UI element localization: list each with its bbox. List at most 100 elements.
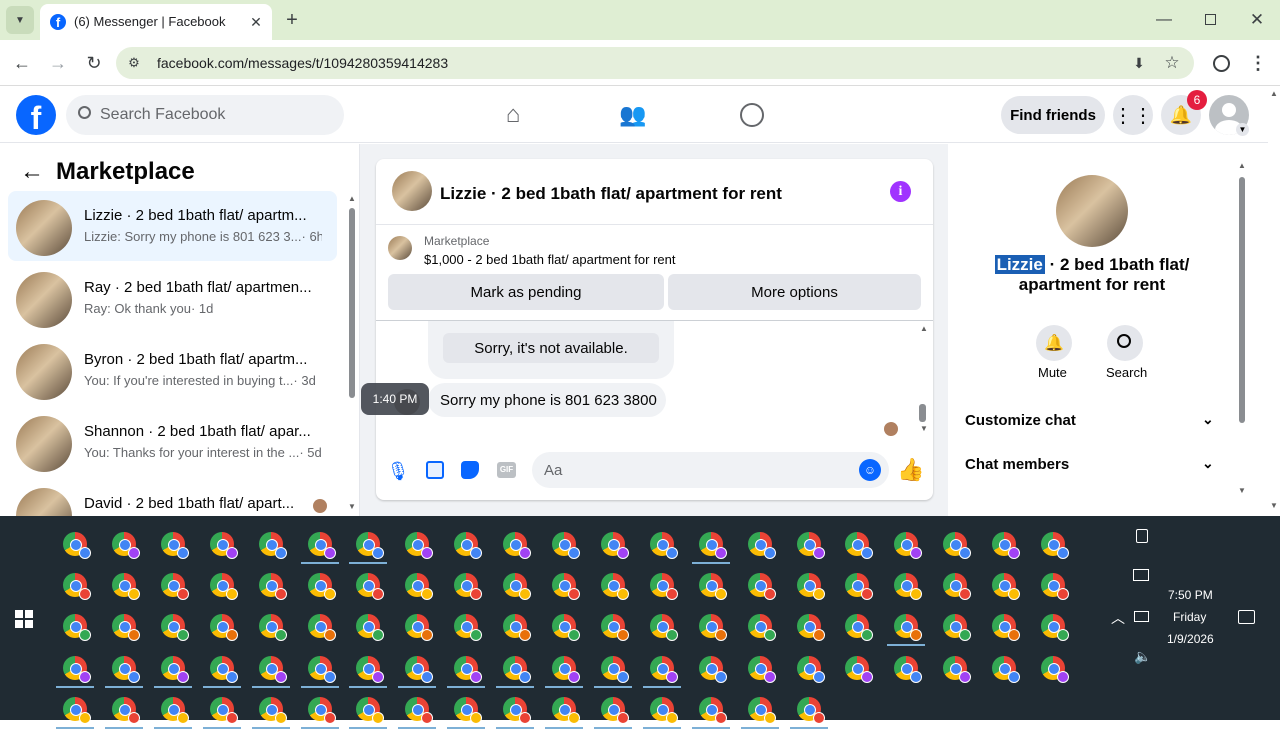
- taskbar-chrome-icon[interactable]: [796, 656, 825, 683]
- taskbar-chrome-icon[interactable]: [698, 532, 727, 559]
- gif-icon[interactable]: GIF: [497, 462, 516, 478]
- back-arrow-icon[interactable]: ←: [10, 51, 34, 75]
- scroll-up-arrow-icon[interactable]: ▲: [348, 194, 356, 203]
- taskbar-chrome-icon[interactable]: [454, 573, 483, 600]
- taskbar-chrome-icon[interactable]: [63, 656, 91, 683]
- taskbar-chrome-icon[interactable]: [649, 532, 678, 559]
- back-arrow-icon[interactable]: ←: [18, 158, 46, 186]
- taskbar-chrome-icon[interactable]: [552, 532, 580, 559]
- taskbar-chrome-icon[interactable]: [160, 697, 189, 724]
- facebook-logo-icon[interactable]: f: [16, 95, 56, 135]
- taskbar-chrome-icon[interactable]: [111, 697, 140, 724]
- remote-desktop-icon[interactable]: [1133, 569, 1149, 581]
- messages-scrollbar[interactable]: ▲ ▼: [919, 324, 931, 434]
- taskbar-chrome-icon[interactable]: [454, 614, 483, 641]
- show-hidden-icons-chevron[interactable]: ︿: [1111, 608, 1125, 628]
- taskbar-chrome-icon[interactable]: [209, 532, 238, 559]
- customize-chat-row[interactable]: Customize chat ⌄: [958, 405, 1224, 435]
- taskbar-chrome-icon[interactable]: [552, 697, 580, 724]
- taskbar-chrome-icon[interactable]: [503, 656, 532, 683]
- taskbar-chrome-icon[interactable]: [747, 573, 776, 600]
- taskbar-chrome-icon[interactable]: [160, 532, 189, 559]
- taskbar-chrome-icon[interactable]: [649, 656, 678, 683]
- emoji-icon[interactable]: ☺: [859, 459, 881, 481]
- taskbar-chrome-icon[interactable]: [307, 532, 336, 559]
- contact-avatar[interactable]: [1056, 175, 1128, 247]
- taskbar-chrome-icon[interactable]: [111, 656, 140, 683]
- left-scrollbar[interactable]: ▲ ▼: [346, 194, 358, 514]
- sticker-icon[interactable]: [461, 461, 479, 479]
- taskbar-chrome-icon[interactable]: [747, 614, 776, 641]
- listing-thumbnail[interactable]: [388, 236, 412, 260]
- notification-center-icon[interactable]: [1238, 610, 1255, 624]
- volume-icon[interactable]: 🔈: [1134, 648, 1151, 665]
- taskbar-chrome-icon[interactable]: [111, 573, 140, 600]
- menu-grid-button[interactable]: ⋮⋮: [1113, 95, 1153, 135]
- taskbar-chrome-icon[interactable]: [405, 656, 434, 683]
- taskbar-chrome-icon[interactable]: [405, 532, 434, 559]
- restore-icon[interactable]: [1205, 14, 1216, 25]
- scroll-down-arrow-icon[interactable]: ▼: [1270, 501, 1278, 510]
- chat-title[interactable]: Lizzie · 2 bed 1bath flat/ apartment for…: [440, 184, 782, 204]
- scroll-up-arrow-icon[interactable]: ▲: [1270, 89, 1278, 98]
- taskbar-chrome-icon[interactable]: [356, 614, 385, 641]
- search-bar[interactable]: Search Facebook: [66, 95, 344, 135]
- taskbar-chrome-icon[interactable]: [258, 573, 287, 600]
- taskbar-chrome-icon[interactable]: [698, 656, 727, 683]
- taskbar-chrome-icon[interactable]: [747, 656, 776, 683]
- tablet-mode-icon[interactable]: [1136, 529, 1148, 543]
- taskbar-chrome-icon[interactable]: [649, 573, 678, 600]
- mark-as-pending-button[interactable]: Mark as pending: [388, 274, 664, 310]
- taskbar-chrome-icon[interactable]: [503, 614, 532, 641]
- conversation-item[interactable]: Shannon · 2 bed 1bath flat/ apar... You:…: [8, 407, 337, 477]
- taskbar-chrome-icon[interactable]: [894, 656, 923, 683]
- find-friends-button[interactable]: Find friends: [1001, 96, 1105, 134]
- taskbar-chrome-icon[interactable]: [992, 573, 1021, 600]
- chat-info-icon[interactable]: i: [890, 181, 911, 202]
- taskbar-chrome-icon[interactable]: [307, 614, 336, 641]
- mute-button[interactable]: 🔔: [1036, 325, 1072, 361]
- taskbar-chrome-icon[interactable]: [796, 614, 825, 641]
- taskbar-chrome-icon[interactable]: [796, 573, 825, 600]
- more-options-button[interactable]: More options: [668, 274, 921, 310]
- taskbar-chrome-icon[interactable]: [747, 532, 776, 559]
- taskbar-chrome-icon[interactable]: [307, 573, 336, 600]
- thumbs-up-icon[interactable]: 👍: [897, 457, 924, 483]
- scroll-thumb[interactable]: [1239, 177, 1245, 423]
- taskbar-chrome-icon[interactable]: [356, 573, 385, 600]
- taskbar-chrome-icon[interactable]: [894, 573, 923, 600]
- reply-card[interactable]: Sorry, it's not available.: [443, 333, 659, 363]
- forward-arrow-icon[interactable]: →: [46, 51, 70, 75]
- start-windows-icon[interactable]: [15, 610, 33, 628]
- taskbar-chrome-icon[interactable]: [111, 532, 140, 559]
- install-app-icon[interactable]: ⬇: [1128, 52, 1150, 74]
- chat-avatar[interactable]: [392, 171, 432, 211]
- chat-members-row[interactable]: Chat members ⌄: [958, 449, 1224, 479]
- taskbar-chrome-icon[interactable]: [209, 656, 238, 683]
- taskbar-chrome-icon[interactable]: [845, 532, 874, 559]
- taskbar-chrome-icon[interactable]: [894, 614, 923, 641]
- page-scrollbar[interactable]: ▲ ▼: [1268, 87, 1280, 516]
- conversation-item[interactable]: Byron · 2 bed 1bath flat/ apartm... You:…: [8, 335, 337, 405]
- taskbar-chrome-icon[interactable]: [63, 697, 91, 724]
- taskbar-chrome-icon[interactable]: [160, 573, 189, 600]
- scroll-thumb[interactable]: [349, 208, 355, 398]
- taskbar-chrome-icon[interactable]: [649, 697, 678, 724]
- taskbar-chrome-icon[interactable]: [356, 532, 385, 559]
- site-info-icon[interactable]: ⚙: [124, 53, 144, 73]
- taskbar-chrome-icon[interactable]: [992, 532, 1021, 559]
- taskbar-chrome-icon[interactable]: [307, 697, 336, 724]
- taskbar-chrome-icon[interactable]: [258, 614, 287, 641]
- conversation-item[interactable]: David · 2 bed 1bath flat/ apart...: [8, 479, 337, 516]
- taskbar-chrome-icon[interactable]: [845, 573, 874, 600]
- taskbar-chrome-icon[interactable]: [454, 656, 483, 683]
- taskbar-chrome-icon[interactable]: [600, 656, 629, 683]
- taskbar-chrome-icon[interactable]: [698, 573, 727, 600]
- close-window-icon[interactable]: ✕: [1244, 8, 1270, 32]
- taskbar-chrome-icon[interactable]: [698, 697, 727, 724]
- right-scrollbar[interactable]: ▲ ▼: [1236, 161, 1248, 497]
- taskbar-chrome-icon[interactable]: [503, 573, 532, 600]
- taskbar-chrome-icon[interactable]: [160, 656, 189, 683]
- clock-day[interactable]: Friday: [1173, 610, 1206, 624]
- listing-text[interactable]: $1,000 - 2 bed 1bath flat/ apartment for…: [424, 252, 676, 267]
